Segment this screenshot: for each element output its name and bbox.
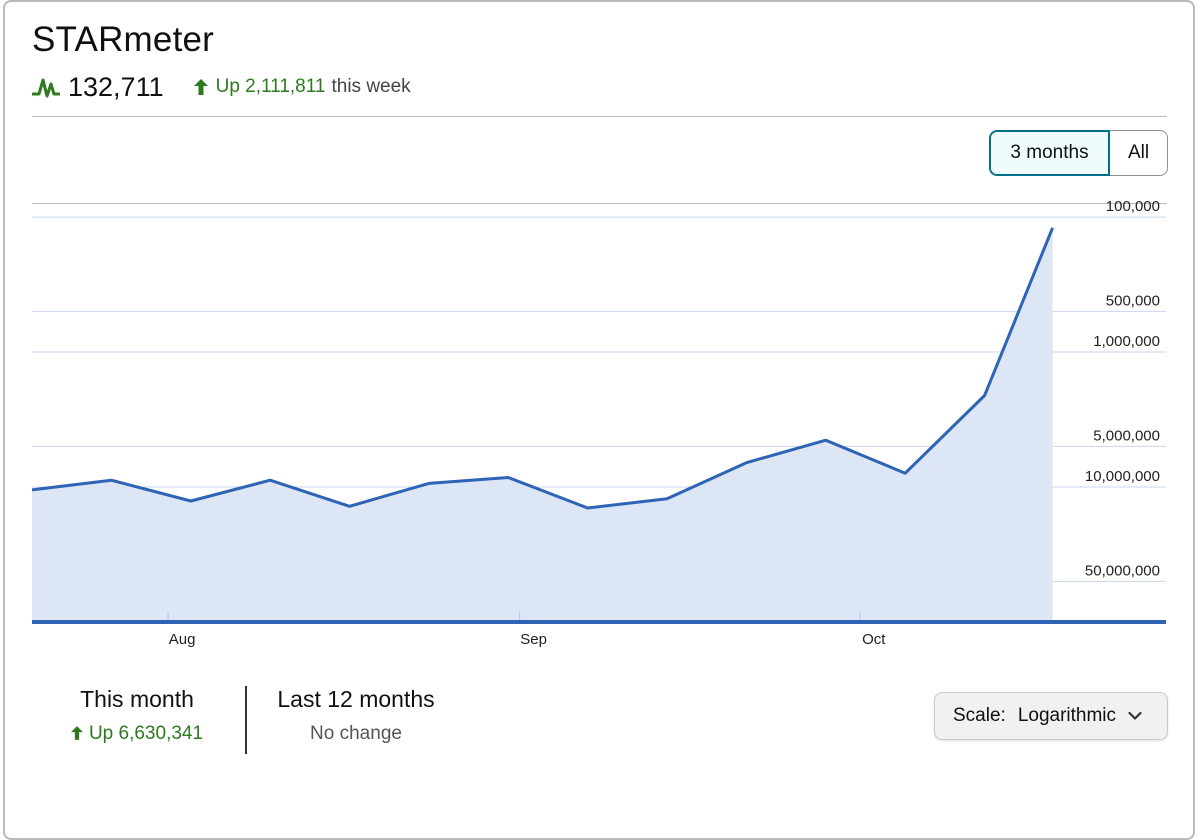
chevron-down-icon <box>1128 711 1142 720</box>
week-change: Up 2,111,811 <box>215 76 326 97</box>
this-month-value-text: Up 6,630,341 <box>88 723 204 744</box>
y-tick-label: 100,000 <box>1106 200 1160 215</box>
stats-divider <box>245 686 247 754</box>
week-change-suffix: this week <box>331 76 411 97</box>
rank-area-fill <box>32 227 1053 623</box>
page-title: STARmeter <box>32 20 215 59</box>
scale-select[interactable]: Scale: Logarithmic <box>934 692 1168 740</box>
starmeter-chart: 100,000 500,000 1,000,000 5,000,000 10,000,0… <box>31 200 1166 648</box>
range-toggle: 3 months All <box>989 130 1168 176</box>
rank-value: 132,711 <box>68 71 164 102</box>
y-tick-label: 50,000,000 <box>1085 562 1160 579</box>
range-3-months-button[interactable]: 3 months <box>989 130 1110 176</box>
last-12-months-stat: Last 12 months No change <box>260 686 452 745</box>
y-tick-label: 10,000,000 <box>1085 468 1160 485</box>
last-12-months-label: Last 12 months <box>277 686 435 712</box>
x-tick-label: Oct <box>862 631 886 648</box>
y-tick-label: 500,000 <box>1106 292 1160 309</box>
x-tick-label: Aug <box>169 631 196 648</box>
y-axis-labels: 100,000 500,000 1,000,000 5,000,000 10,000,0… <box>1085 200 1160 579</box>
rank-row: 132,711 Up 2,111,811 this week <box>32 70 411 104</box>
arrow-up-icon <box>70 726 83 740</box>
this-month-value: Up 6,630,341 <box>32 723 242 745</box>
this-month-stat: This month Up 6,630,341 <box>32 686 242 745</box>
y-tick-label: 1,000,000 <box>1093 333 1160 350</box>
x-tick-label: Sep <box>520 631 547 648</box>
scale-value: Logarithmic <box>1017 705 1117 726</box>
scale-label: Scale: <box>953 705 1006 726</box>
this-month-label: This month <box>80 686 194 712</box>
arrow-up-icon <box>193 79 208 95</box>
header-divider <box>32 116 1167 117</box>
last-12-months-value: No change <box>310 723 402 744</box>
starmeter-pulse-icon <box>32 78 60 98</box>
range-all-button[interactable]: All <box>1110 130 1168 176</box>
y-tick-label: 5,000,000 <box>1093 427 1160 444</box>
rank-line <box>31 227 1054 510</box>
